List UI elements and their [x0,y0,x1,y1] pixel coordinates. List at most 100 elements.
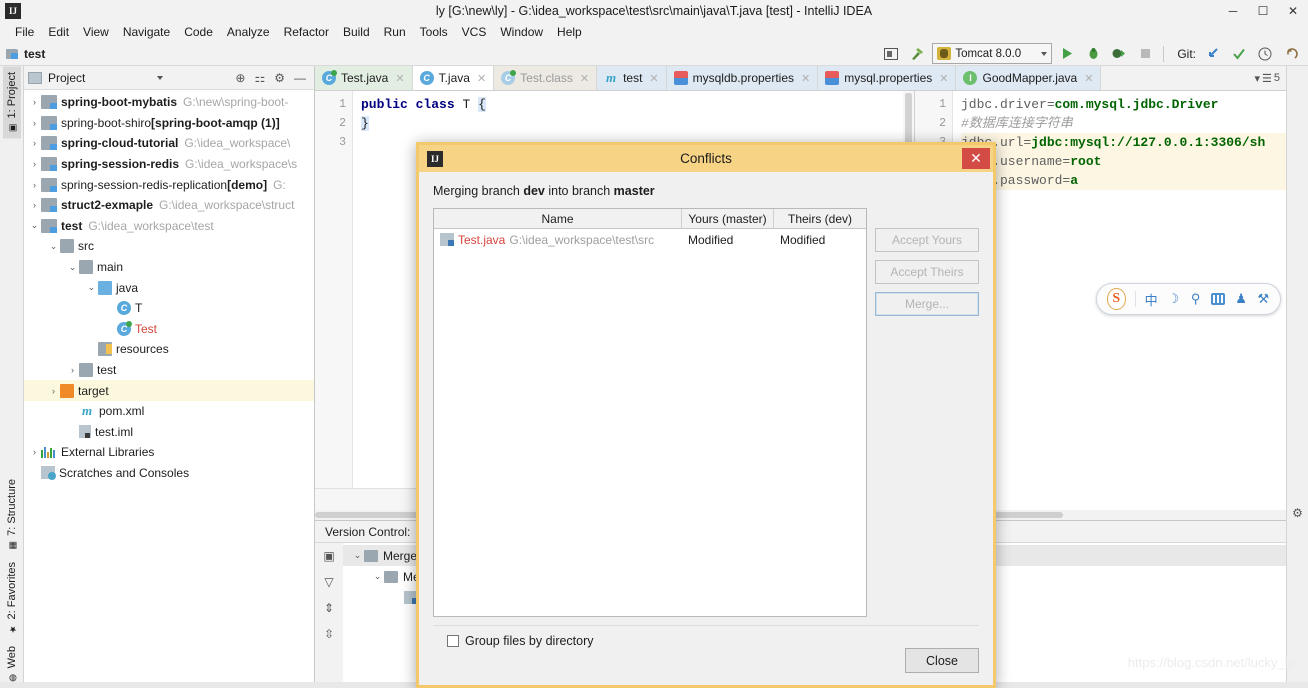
sidebar-tab-project[interactable]: ▣ 1: Project [2,66,21,139]
table-row[interactable]: Test.java G:\idea_workspace\test\src Modif… [434,229,866,250]
menu-analyze[interactable]: Analyze [220,24,277,40]
open-terminal-icon[interactable] [880,44,902,64]
editor-tab[interactable]: m test ✕ [597,66,667,90]
menu-view[interactable]: View [76,24,116,40]
dialog-close-button[interactable]: ✕ [962,148,990,169]
tree-expand-arrow-icon[interactable]: › [28,447,41,457]
tree-node[interactable]: test.iml [24,422,314,443]
tree-node[interactable]: › spring-session-redis G:\idea_workspace\s [24,154,314,175]
tree-node[interactable]: resources [24,339,314,360]
close-icon[interactable]: ✕ [477,72,486,85]
menu-refactor[interactable]: Refactor [277,24,336,40]
tree-expand-arrow-icon[interactable]: ⌄ [47,241,60,252]
editor-tab[interactable]: C Test.class ✕ [494,66,598,90]
tree-node[interactable]: › External Libraries [24,442,314,463]
tree-node[interactable]: CT [24,298,314,319]
column-header-name[interactable]: Name [434,209,682,228]
stop-button[interactable] [1134,44,1156,64]
column-header-yours[interactable]: Yours (master) [682,209,774,228]
editor-tabs-overflow[interactable]: ▾ ☰ 5 [1254,66,1286,90]
column-header-theirs[interactable]: Theirs (dev) [774,209,866,228]
tree-expand-arrow-icon[interactable]: › [66,365,79,375]
project-view-chevron-down-icon[interactable] [157,75,164,80]
run-with-coverage-button[interactable] [1108,44,1130,64]
merge-button[interactable]: Merge... [875,292,979,316]
tree-expand-arrow-icon[interactable]: › [28,118,41,128]
group-files-checkbox[interactable] [447,635,459,647]
ime-mode-chinese-icon[interactable]: 中 [1144,290,1158,309]
tree-node[interactable]: › test [24,360,314,381]
close-icon[interactable]: ✕ [395,72,404,85]
conflicts-table-body[interactable]: Test.java G:\idea_workspace\test\src Modif… [434,229,866,616]
tree-expand-arrow-icon[interactable]: › [28,200,41,210]
menu-edit[interactable]: Edit [41,24,76,40]
tree-expand-arrow-icon[interactable]: ⌄ [66,262,79,273]
editor-tab[interactable]: mysqldb.properties ✕ [666,66,819,90]
filter-icon[interactable]: ▽ [324,575,333,589]
gear-icon[interactable]: ⚙ [274,71,285,85]
maximize-button[interactable]: ☐ [1248,0,1278,22]
close-window-button[interactable]: ✕ [1278,0,1308,22]
sidebar-tab-favorites[interactable]: ★ 2: Favorites [3,556,21,639]
menu-window[interactable]: Window [493,24,550,40]
tree-node[interactable]: ⌄ src [24,236,314,257]
git-history-icon[interactable] [1254,44,1276,64]
tree-node[interactable]: Scratches and Consoles [24,463,314,484]
accept-theirs-button[interactable]: Accept Theirs [875,260,979,284]
keyboard-icon[interactable] [1211,293,1226,305]
menu-tools[interactable]: Tools [413,24,455,40]
tree-expand-arrow-icon[interactable]: ⌄ [28,220,41,231]
tree-node[interactable]: › struct2-exmaple G:\idea_workspace\struct [24,195,314,216]
tree-node[interactable]: › spring-boot-mybatis G:\new\spring-boot- [24,92,314,113]
collapse-all-icon[interactable]: ⚏ [254,71,265,85]
debug-button[interactable] [1082,44,1104,64]
tree-node[interactable]: ⌄ main [24,257,314,278]
editor-tab[interactable]: I GoodMapper.java ✕ [956,66,1102,90]
menu-navigate[interactable]: Navigate [116,24,177,40]
sidebar-tab-web[interactable]: ◍ Web [3,640,21,688]
tree-expand-arrow-icon[interactable]: ⌄ [371,571,384,582]
tree-node[interactable]: › spring-session-redis-replication [demo]… [24,174,314,195]
git-revert-icon[interactable] [1280,44,1302,64]
tree-node[interactable]: ⌄ test G:\idea_workspace\test [24,216,314,237]
git-commit-icon[interactable] [1228,44,1250,64]
accept-yours-button[interactable]: Accept Yours [875,228,979,252]
tree-expand-arrow-icon[interactable]: › [28,159,41,169]
minimize-button[interactable]: ─ [1218,0,1248,22]
tree-expand-arrow-icon[interactable]: › [28,180,41,190]
build-hammer-icon[interactable] [906,44,928,64]
tree-expand-arrow-icon[interactable]: › [28,97,41,107]
close-icon[interactable]: ✕ [580,72,589,85]
breadcrumb[interactable]: test [24,47,45,61]
project-tree[interactable]: › spring-boot-mybatis G:\new\spring-boot- ›… [24,90,314,688]
tree-expand-arrow-icon[interactable]: › [28,138,41,148]
expand-all-icon[interactable]: ⇕ [324,601,334,615]
run-button[interactable] [1056,44,1078,64]
ime-user-icon[interactable]: ♟ [1234,291,1247,307]
tree-node[interactable]: › spring-cloud-tutorial G:\idea_workspace\ [24,133,314,154]
tree-node[interactable]: m pom.xml [24,401,314,422]
tree-node[interactable]: › spring-boot-shiro [spring-boot-amqp (1)… [24,113,314,134]
git-update-project-icon[interactable] [1202,44,1224,64]
sogou-logo-icon[interactable]: S [1107,288,1126,310]
group-files-by-directory-row[interactable]: Group files by directory [447,634,965,648]
editor-tab[interactable]: mysql.properties ✕ [818,66,957,90]
ime-weather-icon[interactable]: ⚲ [1189,291,1202,307]
menu-vcs[interactable]: VCS [455,24,494,40]
menu-file[interactable]: File [8,24,41,40]
sidebar-tab-structure[interactable]: ▦ 7: Structure [3,473,21,556]
run-configuration-selector[interactable]: Tomcat 8.0.0 [932,43,1053,64]
hide-panel-icon[interactable]: — [294,71,306,85]
close-icon[interactable]: ✕ [801,72,810,85]
scroll-from-source-icon[interactable]: ⊕ [235,71,245,85]
editor-tab[interactable]: C Test.java ✕ [315,66,413,90]
collapse-all-icon[interactable]: ⇳ [324,627,334,641]
menu-run[interactable]: Run [377,24,413,40]
menu-build[interactable]: Build [336,24,377,40]
editor-tab[interactable]: C T.java ✕ [412,66,495,90]
tree-node[interactable]: C Test [24,319,314,340]
group-by-module-icon[interactable]: ▣ [323,549,334,563]
tree-expand-arrow-icon[interactable]: › [47,386,60,396]
menu-help[interactable]: Help [550,24,589,40]
close-icon[interactable]: ✕ [939,72,948,85]
